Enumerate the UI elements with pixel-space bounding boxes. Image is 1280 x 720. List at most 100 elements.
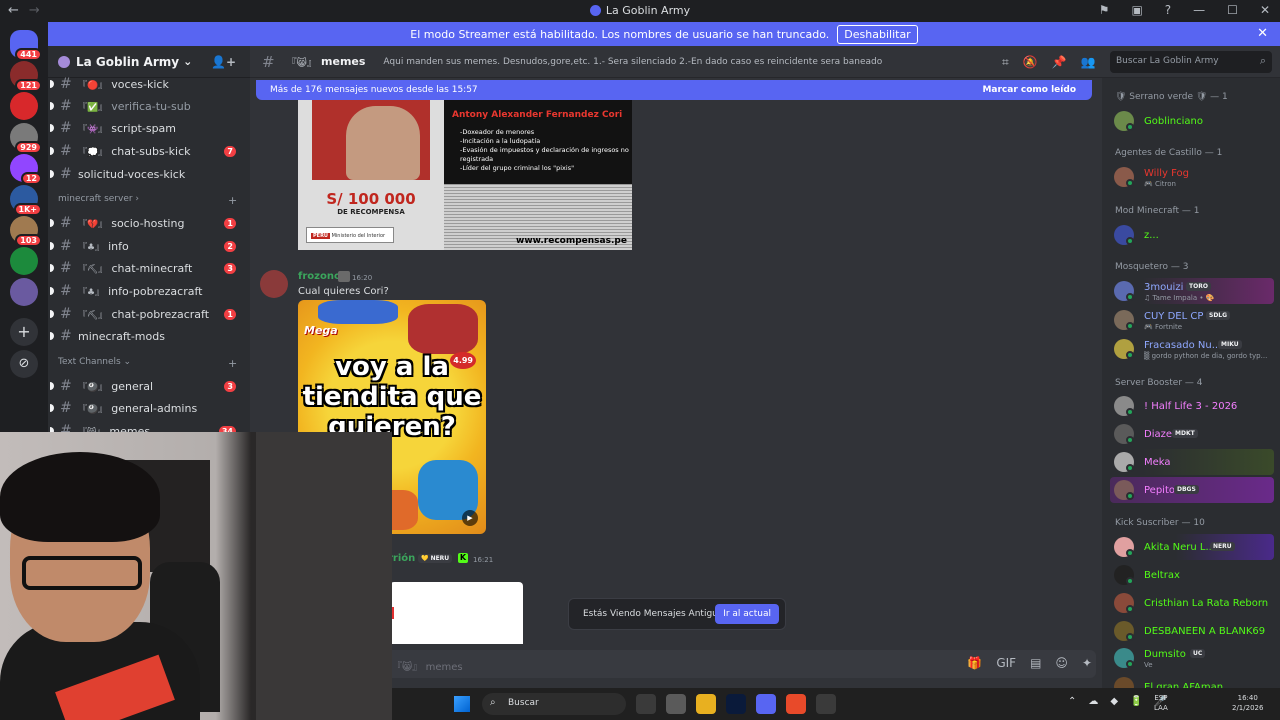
pin-icon[interactable]: 📌 [1052,55,1067,70]
app-icon[interactable] [816,694,836,714]
category-header[interactable]: minecraft server › + [58,194,237,207]
member-item[interactable]: Beltrax [1110,562,1274,588]
member-item[interactable]: 3mouizi TORO ♫ Tame Impala • 🎨 [1110,278,1274,304]
image-attachment[interactable] [390,582,523,644]
channel-general-admins[interactable]: # 『🎱』 general-admins [50,398,244,418]
file-explorer-icon[interactable] [696,694,716,714]
channel-verifica-tu-sub[interactable]: # 『✅』 verifica-tu-sub [50,96,244,116]
chevron-down-icon: ⌄ [183,55,193,68]
disable-streamer-button[interactable]: Deshabilitar [837,24,918,44]
task-view-icon[interactable] [636,694,656,714]
member-item[interactable]: DESBANEEN A BLANK69 [1110,618,1274,644]
member-item[interactable]: Pepito DBGS [1110,477,1274,503]
minimize-icon[interactable]: — [1193,3,1205,17]
mute-icon[interactable]: 🔕 [1023,55,1038,70]
server-icon[interactable] [10,247,38,275]
message-placeholder: 『😸』 memes [392,662,463,673]
clock[interactable]: 16:40 2/1/2026 [1232,693,1263,713]
gif-icon[interactable]: GIF [996,656,1016,670]
discord-icon[interactable] [756,694,776,714]
system-tray: ⌃ ☁ ◆ 🔋 🎤 [1068,696,1167,707]
new-messages-bar[interactable]: Más de 176 mensajes nuevos desde las 15:… [256,80,1092,100]
member-item[interactable]: Meka [1110,449,1274,475]
member-item[interactable]: Akita Neru L... NERU [1110,534,1274,560]
gift-icon[interactable]: 🎁 [967,656,982,670]
photoshop-icon[interactable] [726,694,746,714]
hash-icon: # [60,143,72,159]
channel-emoji: 『🎱』 [78,382,108,393]
language-indicator[interactable]: ESP LAA [1154,693,1168,713]
banner-text: El modo Streamer está habilitado. Los no… [410,27,830,41]
flag-icon[interactable]: ⚑ [1099,3,1110,17]
member-item[interactable]: z... [1110,222,1274,248]
windows-start-icon[interactable] [454,696,470,712]
avatar[interactable] [260,270,288,298]
play-icon[interactable]: ▶ [462,510,478,526]
channel-chat-pobrezacraft[interactable]: # 『⛏』 chat-pobrezacraft 1 [50,304,244,324]
onedrive-icon[interactable]: ☁ [1088,696,1098,707]
unread-indicator [50,102,54,110]
unread-badge: 103 [15,234,42,247]
mark-as-read-button[interactable]: Marcar como leído [982,85,1076,95]
channel-topic[interactable]: Aqui manden sus memes. Desnudos,gore,etc… [383,57,1003,67]
member-item[interactable]: Dumsito UC Ve [1110,645,1274,671]
threads-icon[interactable]: ⌗ [1002,55,1009,70]
members-icon[interactable]: 👥 [1081,55,1096,70]
add-channel-icon[interactable]: + [228,194,237,207]
channel-socio-hosting[interactable]: # 『💔』 socio-hosting 1 [50,213,244,233]
member-item[interactable]: Fracasado Nu... MIKU ▒ gordo python de dia… [1110,336,1274,362]
tray-chevron-icon[interactable]: ⌃ [1068,696,1076,707]
category-header[interactable]: Text Channels ⌄ + [58,357,237,370]
server-icon[interactable]: 441 [10,30,42,61]
explore-icon[interactable]: ⊘ [10,350,38,378]
server-icon[interactable] [10,92,38,120]
member-item[interactable]: Goblinciano [1110,108,1274,134]
invite-icon[interactable]: 👤+ [211,55,236,69]
maximize-icon[interactable]: ☐ [1227,3,1238,17]
server-icon[interactable]: 103 [10,216,42,247]
message-author[interactable]: rrión [388,553,415,564]
channel-chat-subs-kick[interactable]: # 『💭』 chat-subs-kick 7 [50,141,244,161]
server-icon[interactable] [10,278,38,306]
server-icon[interactable]: 121 [10,61,42,92]
battery-icon[interactable]: 🔋 [1130,696,1142,707]
channel-info[interactable]: # 『♣』 info 2 [50,236,244,256]
message-input[interactable]: 『😸』 memes 🎁 GIF ▤ ☺ ✦ [382,650,1096,678]
close-window-icon[interactable]: ✕ [1260,3,1270,17]
server-icon[interactable]: 929 [10,123,42,154]
member-item[interactable]: ! Half Life 3 - 2026 [1110,393,1274,419]
status-indicator [1126,633,1134,641]
server-icon[interactable]: 12 [10,154,42,185]
member-name: Cristhian La Rata Reborn [1144,598,1269,609]
channel-minecraft-mods[interactable]: # minecraft-mods [50,326,244,346]
apps-icon[interactable]: ✦ [1082,656,1092,670]
channel-chat-minecraft[interactable]: # 『⛏』 chat-minecraft 3 [50,258,244,278]
taskbar-search[interactable]: ⌕ Buscar [482,693,626,715]
channel-general[interactable]: # 『🎱』 general 3 [50,376,244,396]
inbox-icon[interactable]: ▣ [1131,3,1142,17]
add-channel-icon[interactable]: + [228,357,237,370]
server-icon[interactable]: 1K+ [10,185,42,216]
channel-solicitud-voces-kick[interactable]: # solicitud-voces-kick [50,164,244,184]
member-item[interactable]: Willy Fog 🎮 Citron [1110,164,1274,190]
jump-to-present-button[interactable]: Ir al actual [715,604,779,624]
tray-app-icon[interactable]: ◆ [1110,696,1118,707]
unread-badge: 1K+ [13,203,42,216]
member-item[interactable]: CUY DEL CP SDLG 🎮 Fortnite [1110,307,1274,333]
add-server-icon[interactable]: + [10,318,38,346]
emoji-icon[interactable]: ☺ [1055,656,1068,670]
chrome-icon[interactable] [786,694,806,714]
search-input[interactable]: Buscar La Goblin Army ⌕ [1110,51,1272,73]
channel-info-pobrezacraft[interactable]: # 『♣』 info-pobrezacraft [50,281,244,301]
sticker-icon[interactable]: ▤ [1030,656,1041,670]
channel-voces-kick[interactable]: # 『🔴』 voces-kick [50,74,244,94]
channel-script-spam[interactable]: # 『👾』 script-spam [50,118,244,138]
close-icon[interactable]: ✕ [1257,26,1268,41]
member-category: Kick Suscriber — 10 [1115,518,1205,528]
message-author[interactable]: frozono [298,271,341,282]
app-icon[interactable] [666,694,686,714]
reward-poster-image[interactable]: S/ 100 000 DE RECOMPENSA PERÚ Ministerio… [298,100,632,250]
help-icon[interactable]: ? [1165,3,1171,17]
member-item[interactable]: Cristhian La Rata Reborn [1110,590,1274,616]
member-item[interactable]: Diaze MDKT [1110,421,1274,447]
